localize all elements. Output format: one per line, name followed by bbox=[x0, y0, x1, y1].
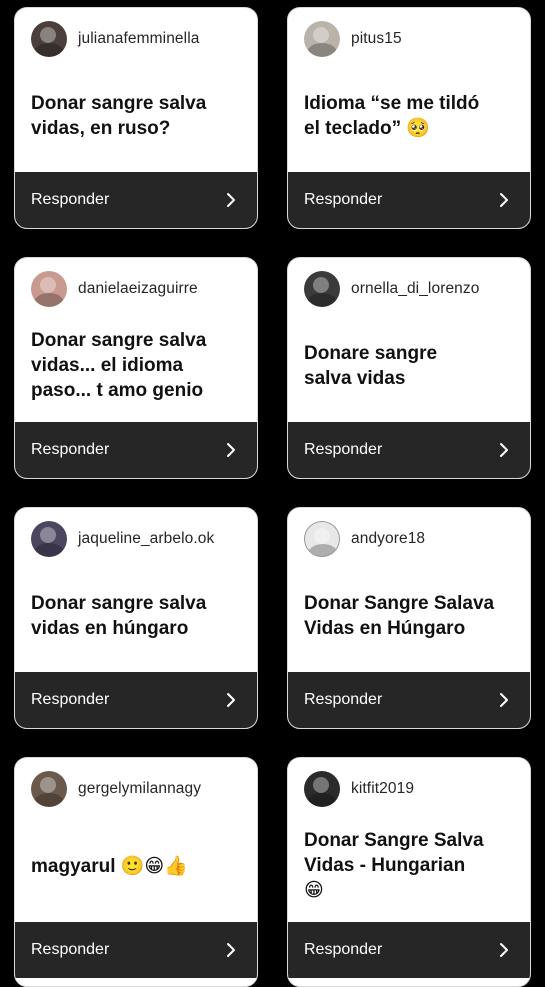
message-line: salva vidas bbox=[304, 368, 406, 389]
reply-button[interactable]: Responder bbox=[15, 922, 257, 978]
message-line: magyarul 🙂😁👍 bbox=[31, 856, 188, 877]
username[interactable]: jaqueline_arbelo.ok bbox=[78, 530, 214, 548]
card-header: jaqueline_arbelo.ok bbox=[31, 520, 214, 558]
card-header: ornella_di_lorenzo bbox=[304, 270, 479, 308]
message-line: paso... t amo genio bbox=[31, 380, 204, 401]
chevron-right-icon bbox=[499, 193, 513, 207]
avatar[interactable] bbox=[31, 271, 67, 307]
reply-button[interactable]: Responder bbox=[288, 422, 530, 478]
message-text: Donar Sangre Salava Vidas en Húngaro bbox=[304, 591, 516, 641]
reply-label: Responder bbox=[31, 691, 110, 708]
reply-card: kitfit2019 Donar Sangre Salva Vidas - Hu… bbox=[287, 757, 531, 987]
reply-label: Responder bbox=[304, 191, 383, 208]
reply-label: Responder bbox=[304, 941, 383, 958]
reply-card: pitus15 Idioma “se me tildó el teclado” … bbox=[287, 7, 531, 229]
story-replies-grid: julianafemminella Donar sangre salva vid… bbox=[0, 0, 545, 987]
card-header: pitus15 bbox=[304, 20, 402, 58]
card-header: julianafemminella bbox=[31, 20, 199, 58]
card-header: gergelymilannagy bbox=[31, 770, 201, 808]
reply-card: andyore18 Donar Sangre Salava Vidas en H… bbox=[287, 507, 531, 729]
username[interactable]: andyore18 bbox=[351, 530, 425, 548]
message-text: Idioma “se me tildó el teclado” 🥺 bbox=[304, 91, 516, 141]
avatar[interactable] bbox=[304, 271, 340, 307]
reply-label: Responder bbox=[31, 191, 110, 208]
message-line: vidas, en ruso? bbox=[31, 118, 171, 139]
message-text: Donar sangre salva vidas en húngaro bbox=[31, 591, 243, 641]
reply-card: gergelymilannagy magyarul 🙂😁👍 Responder bbox=[14, 757, 258, 987]
reply-button[interactable]: Responder bbox=[15, 172, 257, 228]
avatar[interactable] bbox=[304, 771, 340, 807]
username[interactable]: danielaeizaguirre bbox=[78, 280, 198, 298]
message-text: magyarul 🙂😁👍 bbox=[31, 854, 243, 879]
message-line: Donar sangre salva bbox=[31, 593, 207, 614]
avatar[interactable] bbox=[31, 771, 67, 807]
reply-card: julianafemminella Donar sangre salva vid… bbox=[14, 7, 258, 229]
chevron-right-icon bbox=[226, 693, 240, 707]
reply-card: ornella_di_lorenzo Donare sangre salva v… bbox=[287, 257, 531, 479]
reply-button[interactable]: Responder bbox=[15, 422, 257, 478]
message-line: el teclado” 🥺 bbox=[304, 118, 431, 139]
message-line: Donare sangre bbox=[304, 343, 438, 364]
username[interactable]: kitfit2019 bbox=[351, 780, 414, 798]
reply-button[interactable]: Responder bbox=[288, 672, 530, 728]
message-line: Vidas - Hungarian bbox=[304, 855, 466, 876]
reply-button[interactable]: Responder bbox=[15, 672, 257, 728]
message-line: Idioma “se me tildó bbox=[304, 93, 480, 114]
chevron-right-icon bbox=[499, 693, 513, 707]
reply-button[interactable]: Responder bbox=[288, 922, 530, 978]
message-text: Donare sangre salva vidas bbox=[304, 341, 516, 391]
reply-label: Responder bbox=[31, 941, 110, 958]
avatar[interactable] bbox=[304, 521, 340, 557]
message-line: Donar Sangre Salava bbox=[304, 593, 495, 614]
reply-button[interactable]: Responder bbox=[288, 172, 530, 228]
chevron-right-icon bbox=[499, 943, 513, 957]
message-line: 😁 bbox=[304, 880, 324, 901]
message-text: Donar sangre salva vidas... el idioma pa… bbox=[31, 328, 243, 403]
message-line: Donar sangre salva bbox=[31, 93, 207, 114]
card-header: kitfit2019 bbox=[304, 770, 414, 808]
username[interactable]: gergelymilannagy bbox=[78, 780, 201, 798]
message-text: Donar sangre salva vidas, en ruso? bbox=[31, 91, 243, 141]
avatar[interactable] bbox=[31, 21, 67, 57]
message-line: vidas en húngaro bbox=[31, 618, 189, 639]
chevron-right-icon bbox=[499, 443, 513, 457]
message-text: Donar Sangre Salva Vidas - Hungarian 😁 bbox=[304, 828, 516, 903]
card-header: andyore18 bbox=[304, 520, 425, 558]
reply-label: Responder bbox=[31, 441, 110, 458]
card-header: danielaeizaguirre bbox=[31, 270, 198, 308]
message-line: Donar Sangre Salva bbox=[304, 830, 484, 851]
username[interactable]: julianafemminella bbox=[78, 30, 199, 48]
chevron-right-icon bbox=[226, 193, 240, 207]
message-line: Donar sangre salva bbox=[31, 330, 207, 351]
reply-label: Responder bbox=[304, 441, 383, 458]
message-line: Vidas en Húngaro bbox=[304, 618, 466, 639]
chevron-right-icon bbox=[226, 443, 240, 457]
avatar[interactable] bbox=[31, 521, 67, 557]
avatar[interactable] bbox=[304, 21, 340, 57]
chevron-right-icon bbox=[226, 943, 240, 957]
reply-card: danielaeizaguirre Donar sangre salva vid… bbox=[14, 257, 258, 479]
reply-label: Responder bbox=[304, 691, 383, 708]
username[interactable]: pitus15 bbox=[351, 30, 402, 48]
reply-card: jaqueline_arbelo.ok Donar sangre salva v… bbox=[14, 507, 258, 729]
message-line: vidas... el idioma bbox=[31, 355, 184, 376]
username[interactable]: ornella_di_lorenzo bbox=[351, 280, 479, 298]
